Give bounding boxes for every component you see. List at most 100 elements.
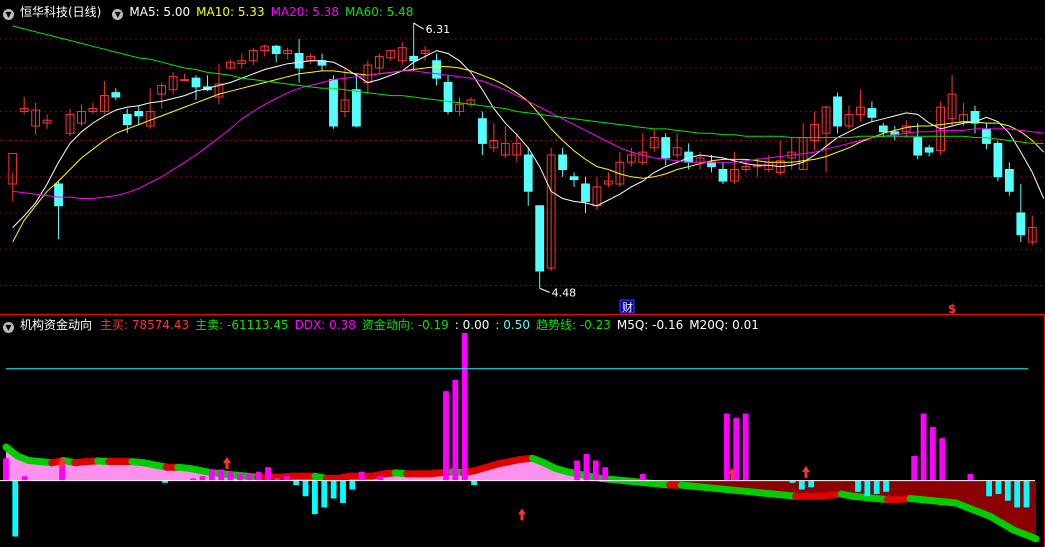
- ddx-bar: [602, 467, 609, 481]
- trend-ribbon-segment: [1021, 530, 1040, 543]
- stock-title[interactable]: 恒华科技(日线): [20, 5, 101, 19]
- high-price-label: 6.31: [426, 23, 451, 36]
- ddx-bar: [873, 480, 880, 495]
- candle-body: [443, 82, 453, 112]
- ddx-bar: [911, 456, 918, 481]
- fund-legend-2: DDX: 0.38: [294, 318, 356, 332]
- dollar-marker: $: [948, 302, 956, 316]
- ddx-bar: [920, 413, 927, 481]
- ddx-bar: [583, 453, 590, 481]
- buy-signal-arrow: [223, 456, 231, 469]
- ddx-bar: [930, 426, 936, 481]
- indicator-menu-chevron-icon[interactable]: ▼: [3, 322, 14, 333]
- ma-legend-3: MA60: 5.48: [345, 5, 414, 19]
- candle-body: [718, 169, 728, 182]
- ma-line-ma60: [12, 25, 1044, 144]
- candle-body: [878, 125, 888, 133]
- candle-body: [409, 55, 419, 62]
- candle-body: [111, 92, 121, 98]
- ma-legend-1: MA10: 5.33: [196, 5, 265, 19]
- indicator-chevron-icon[interactable]: ▼: [112, 9, 124, 20]
- ddx-bar: [855, 480, 861, 492]
- ddx-bar: [358, 471, 365, 481]
- ddx-bar: [312, 480, 318, 515]
- stock-chart-window: 6.31 4.48 财 $ ▼ 恒华科技(日线) ▼ MA5: 5.00 MA10: 5.33…: [0, 0, 1045, 547]
- ddx-bar: [218, 469, 225, 481]
- candle-body: [122, 113, 132, 126]
- ddx-bar: [443, 391, 449, 481]
- ddx-bar: [209, 469, 215, 481]
- ddx-bar: [246, 473, 253, 481]
- candle-body: [134, 111, 144, 117]
- candle-body: [993, 142, 1003, 178]
- ddx-bar: [227, 471, 234, 481]
- indicator-title[interactable]: 机构资金动向: [20, 318, 92, 332]
- fund-legend-6: 趋势线: -0.23: [535, 318, 611, 332]
- ddx-bar: [471, 480, 477, 486]
- candle-body: [191, 77, 201, 88]
- ddx-bar: [3, 458, 9, 481]
- ddx-bar: [592, 460, 599, 481]
- fund-legend-3: 资金动向: -0.19: [361, 318, 449, 332]
- fund-legend-8: M20Q: 0.01: [689, 318, 759, 332]
- candle-body: [924, 147, 934, 153]
- candle-body: [271, 45, 281, 54]
- ddx-bar: [742, 413, 749, 481]
- ddx-bar: [340, 480, 346, 503]
- candle-body: [569, 176, 579, 181]
- ddx-bar: [986, 480, 992, 497]
- high-pointer: [413, 22, 424, 30]
- candle-body: [535, 205, 545, 272]
- candle-body: [351, 89, 361, 127]
- candle-body: [294, 53, 304, 69]
- ddx-bar: [967, 473, 974, 481]
- ddx-bar: [255, 471, 262, 481]
- ddx-bar: [349, 480, 356, 490]
- candle-body: [833, 96, 842, 127]
- ddx-bar: [199, 476, 206, 481]
- ddx-bar: [808, 480, 815, 488]
- finance-marker: 财: [622, 300, 633, 314]
- fund-legend-1: 主卖: -61113.45: [195, 318, 289, 332]
- ddx-bar: [864, 480, 871, 497]
- candle-body: [867, 108, 877, 118]
- ddx-bar: [574, 460, 580, 481]
- ddx-bar: [237, 473, 243, 481]
- ddx-bar: [724, 413, 730, 481]
- price-panel-header: ▼ 恒华科技(日线) ▼ MA5: 5.00 MA10: 5.33 MA20: 5.38 M…: [0, 4, 425, 20]
- ddx-bar: [12, 480, 19, 537]
- candle-body: [329, 79, 338, 127]
- ddx-bar: [733, 417, 740, 481]
- ma-legend-0: MA5: 5.00: [129, 5, 191, 19]
- buy-signal-arrow: [518, 508, 526, 521]
- candle-body: [54, 183, 63, 207]
- ddx-bar: [21, 476, 28, 481]
- ddx-bar: [293, 480, 300, 486]
- candle-body: [432, 60, 441, 79]
- fund-legend-4: : 0.00: [454, 318, 490, 332]
- ddx-bar: [330, 480, 337, 499]
- candle-body: [661, 137, 671, 159]
- ddx-bar: [1004, 480, 1011, 501]
- candle-body: [913, 137, 923, 156]
- buy-signal-arrow: [802, 465, 810, 478]
- fund-legend-5: : 0.50: [495, 318, 530, 332]
- ddx-bar: [265, 467, 271, 481]
- candle-body: [478, 118, 487, 144]
- collapse-chevron-icon[interactable]: ▼: [3, 9, 14, 20]
- ddx-bar: [995, 480, 1002, 495]
- low-price-label: 4.48: [552, 286, 577, 299]
- ddx-bar: [639, 473, 646, 481]
- ddx-bar: [461, 333, 468, 481]
- ddx-bar: [1023, 480, 1030, 508]
- candle-body: [982, 128, 991, 144]
- candle-body: [1016, 212, 1026, 236]
- candle-body: [581, 183, 590, 202]
- ddx-bar: [283, 476, 290, 481]
- low-pointer: [539, 287, 550, 293]
- candle-body: [1004, 169, 1014, 192]
- ma-legend-2: MA20: 5.38: [270, 5, 339, 19]
- candle-body: [558, 154, 567, 170]
- fund-legend-0: 主买: 78574.43: [100, 318, 190, 332]
- ddx-bar: [452, 379, 459, 481]
